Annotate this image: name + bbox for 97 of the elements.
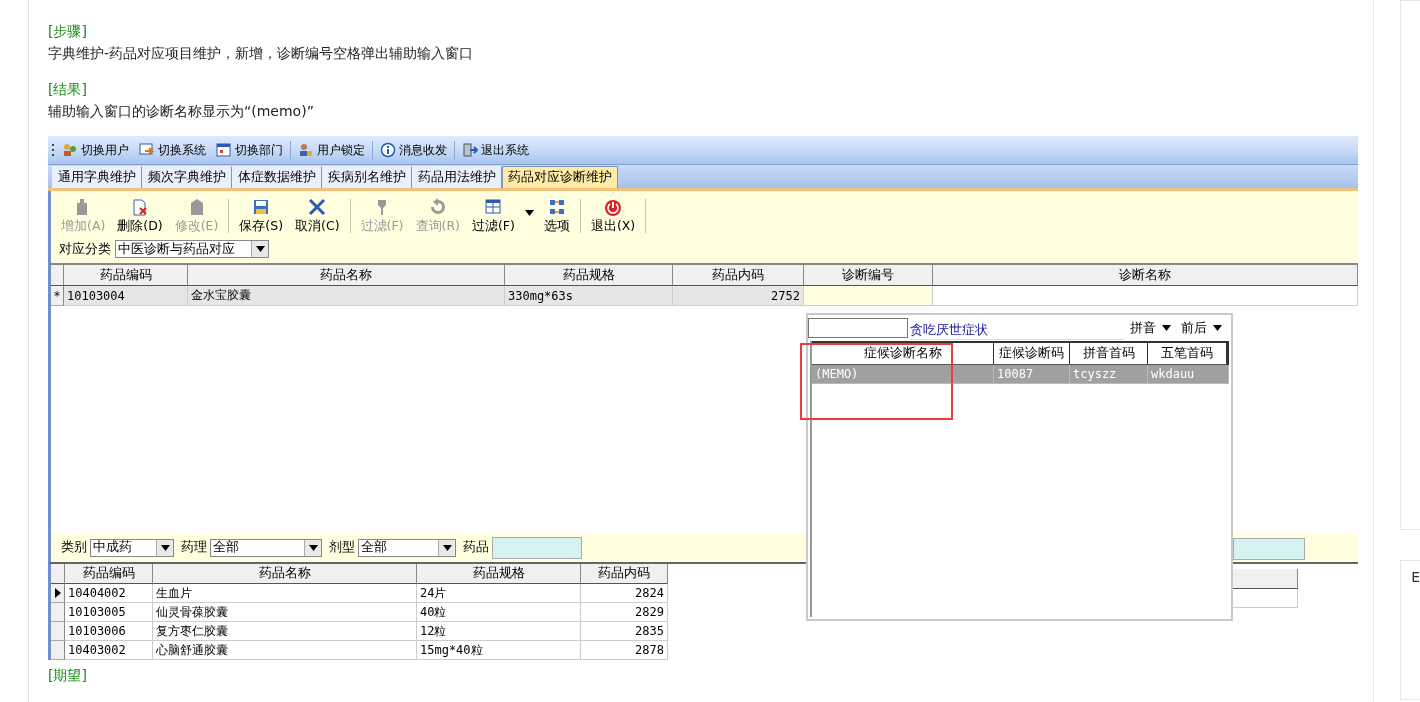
field-label: 药理: [181, 539, 207, 556]
table-cell: 2835: [581, 622, 668, 641]
hint-text: 贪吃厌世症状: [910, 316, 1124, 340]
column-header: [1233, 569, 1298, 589]
table-cell: 生血片: [153, 584, 417, 603]
toolbar-button[interactable]: 切换用户: [59, 141, 132, 159]
table-cell: 40粒: [417, 603, 581, 622]
table-cell: 2829: [581, 603, 668, 622]
field-label: 类别: [61, 539, 87, 556]
tab[interactable]: 频次字典维护: [142, 166, 232, 188]
tab[interactable]: 药品对应诊断维护: [502, 166, 618, 188]
category-dropdown[interactable]: 中医诊断与药品对应: [115, 240, 269, 258]
action-button[interactable]: 保存(S): [233, 197, 290, 235]
grid-filter-icon: [483, 197, 504, 217]
paragraph: 辅助输入窗口的诊断名称显示为“(memo)”: [48, 102, 315, 121]
column-header[interactable]: 药品名称: [188, 265, 505, 286]
filter-dropdown[interactable]: 全部: [358, 538, 456, 557]
calendar-icon: [216, 142, 232, 158]
exit-door-icon: [462, 142, 478, 158]
column-header[interactable]: 药品编码: [65, 564, 153, 584]
caret-icon: [1213, 325, 1222, 331]
table-cell: 10403002: [65, 641, 153, 660]
toolbar-button[interactable]: 切换系统: [136, 141, 209, 159]
section-heading: [期望]: [48, 666, 88, 685]
table-cell: 2824: [581, 584, 668, 603]
search-field[interactable]: [808, 318, 908, 338]
caret-icon: [442, 544, 452, 551]
mode-dropdown[interactable]: 前后: [1177, 319, 1226, 337]
table-cell: 10404002: [65, 584, 153, 603]
field-label: 剂型: [329, 539, 355, 556]
close-icon: [307, 197, 328, 217]
tab[interactable]: 体症数据维护: [232, 166, 322, 188]
column-header[interactable]: 药品编码: [64, 265, 188, 286]
toolbar-button[interactable]: 退出系统: [459, 141, 532, 159]
column-header[interactable]: 药品内码: [581, 564, 668, 584]
delete-icon: [130, 197, 150, 217]
action-button[interactable]: 取消(C): [289, 197, 346, 235]
field-label: 药品: [463, 539, 489, 556]
current-row-icon: [54, 588, 61, 598]
column-header[interactable]: 药品名称: [153, 564, 417, 584]
paragraph: 字典维护-药品对应项目维护，新增，诊断编号空格弹出辅助输入窗口: [48, 44, 475, 63]
column-header[interactable]: 药品规格: [417, 564, 581, 584]
table-cell: 10103005: [65, 603, 153, 622]
table-cell: (MEMO): [812, 365, 994, 384]
mode-dropdown[interactable]: 拼音: [1126, 319, 1175, 337]
side-card-text: E: [1400, 560, 1420, 700]
caret-icon: [160, 544, 170, 551]
tab[interactable]: 药品用法维护: [412, 166, 502, 188]
table-cell: tcyszz: [1070, 365, 1148, 384]
table-cell: 12粒: [417, 622, 581, 641]
filter-dropdown[interactable]: 中成药: [90, 538, 174, 557]
tab[interactable]: 疾病别名维护: [322, 166, 412, 188]
toolbar-button[interactable]: 消息收发: [377, 141, 450, 159]
users-icon: [62, 142, 78, 158]
table-cell: wkdauu: [1148, 365, 1229, 384]
column-header[interactable]: 五笔首码: [1148, 343, 1227, 365]
row-marker: *: [51, 286, 64, 306]
table-cell: 15mg*40粒: [417, 641, 581, 660]
section-heading: [结果]: [48, 80, 88, 99]
action-button[interactable]: 过滤(F): [465, 197, 521, 235]
table-cell: 金水宝胶囊: [188, 286, 505, 306]
action-button[interactable]: 选项: [537, 197, 576, 235]
column-header[interactable]: 症候诊断码: [994, 343, 1070, 365]
column-header[interactable]: 药品规格: [505, 265, 673, 286]
input-field[interactable]: [1233, 538, 1305, 560]
toolbar-button[interactable]: 用户锁定: [295, 141, 368, 159]
action-button[interactable]: 退出(X): [584, 197, 642, 235]
table-cell: 心脑舒通胶囊: [153, 641, 417, 660]
table-cell: 10087: [994, 365, 1070, 384]
column-header[interactable]: 药品内码: [673, 265, 804, 286]
filter-dropdown[interactable]: 全部: [210, 538, 322, 557]
toolbar-button[interactable]: 切换部门: [213, 141, 286, 159]
action-button[interactable]: 删除(D): [111, 197, 169, 235]
column-header[interactable]: 拼音首码: [1070, 343, 1148, 365]
table-cell: 2878: [581, 641, 668, 660]
info-icon: [380, 142, 396, 158]
drug-input[interactable]: [492, 536, 582, 559]
tab[interactable]: 通用字典维护: [52, 166, 142, 188]
power-icon: [603, 197, 624, 217]
column-header[interactable]: 诊断编号: [804, 265, 933, 286]
caret-icon: [524, 210, 534, 216]
column-header[interactable]: 诊断名称: [933, 265, 1358, 286]
caret-icon: [1162, 325, 1171, 331]
section-heading: [步骤]: [48, 22, 88, 41]
table-cell: 复方枣仁胶囊: [153, 622, 417, 641]
table-cell: 10103004: [64, 286, 188, 306]
table-cell: 2752: [673, 286, 804, 306]
caret-icon: [255, 246, 265, 252]
table-cell: 330mg*63s: [505, 286, 673, 306]
field-label: 对应分类: [59, 240, 111, 258]
table-cell: 10103006: [65, 622, 153, 641]
caret-icon: [308, 544, 318, 551]
column-header[interactable]: 症候诊断名称: [812, 343, 994, 365]
grip-icon: [52, 142, 55, 158]
user-lock-icon: [298, 142, 314, 158]
table-cell: 24片: [417, 584, 581, 603]
table-cell: 仙灵骨葆胶囊: [153, 603, 417, 622]
